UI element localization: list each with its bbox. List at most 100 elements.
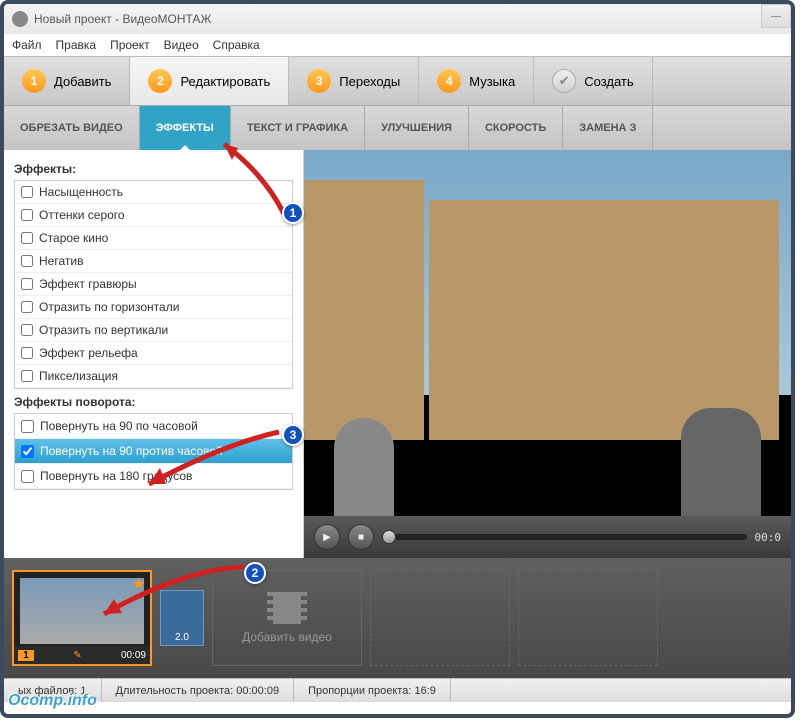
status-ratio: Пропорции проекта: 16:9 (294, 679, 451, 702)
effect-label: Пикселизация (39, 369, 118, 383)
clip-thumbnail (20, 578, 144, 644)
rotation-heading: Эффекты поворота: (14, 395, 293, 409)
tab-edit-label: Редактировать (180, 74, 270, 89)
film-icon (267, 592, 307, 624)
step-3-icon: 3 (307, 69, 331, 93)
timeline[interactable]: ★ 1 ✎ 00:09 2.0 Добавить видео (4, 558, 791, 678)
effects-heading: Эффекты: (14, 162, 293, 176)
menu-help[interactable]: Справка (213, 38, 260, 52)
player-controls: ▶ ■ 00:0 (304, 516, 791, 558)
subtab-effects[interactable]: ЭФФЕКТЫ (140, 106, 231, 150)
effect-item[interactable]: Оттенки серого (15, 204, 292, 227)
subtab-text[interactable]: ТЕКСТ И ГРАФИКА (231, 106, 365, 150)
effect-item[interactable]: Отразить по вертикали (15, 319, 292, 342)
add-video-slot[interactable]: Добавить видео (212, 570, 362, 666)
step-4-icon: 4 (437, 69, 461, 93)
effect-label: Насыщенность (39, 185, 123, 199)
effect-checkbox[interactable] (21, 324, 33, 336)
menu-project[interactable]: Проект (110, 38, 150, 52)
subtab-speed[interactable]: СКОРОСТЬ (469, 106, 563, 150)
effect-label: Эффект гравюры (39, 277, 137, 291)
sub-tabs: ОБРЕЗАТЬ ВИДЕО ЭФФЕКТЫ ТЕКСТ И ГРАФИКА У… (4, 106, 791, 150)
effect-checkbox[interactable] (21, 255, 33, 267)
menu-video[interactable]: Видео (164, 38, 199, 52)
tab-edit[interactable]: 2 Редактировать (130, 57, 289, 105)
star-icon: ★ (132, 574, 146, 594)
badge-2: 2 (244, 562, 266, 584)
empty-slot[interactable] (370, 570, 510, 666)
menubar: Файл Правка Проект Видео Справка (4, 34, 791, 56)
rotation-checkbox[interactable] (21, 445, 34, 458)
app-icon (12, 11, 28, 27)
window-title: Новый проект - ВидеоМОНТАЖ (34, 12, 212, 26)
add-video-label: Добавить видео (242, 630, 332, 644)
seek-slider[interactable] (382, 534, 747, 540)
minimize-button[interactable]: — (761, 4, 791, 28)
badge-3: 3 (282, 424, 304, 446)
play-button[interactable]: ▶ (314, 524, 340, 550)
rotation-item[interactable]: Повернуть на 90 против часовой (15, 439, 292, 464)
transition-slot[interactable]: 2.0 (160, 590, 204, 646)
tab-create-label: Создать (584, 74, 633, 89)
pencil-icon[interactable]: ✎ (73, 650, 81, 661)
status-duration: Длительность проекта: 00:00:09 (102, 679, 295, 702)
subtab-crop[interactable]: ОБРЕЗАТЬ ВИДЕО (4, 106, 140, 150)
seek-thumb[interactable] (382, 530, 396, 544)
tab-add[interactable]: 1 Добавить (4, 57, 130, 105)
stop-button[interactable]: ■ (348, 524, 374, 550)
tab-music[interactable]: 4 Музыка (419, 57, 534, 105)
step-1-icon: 1 (22, 69, 46, 93)
menu-file[interactable]: Файл (12, 38, 42, 52)
effect-item[interactable]: Эффект гравюры (15, 273, 292, 296)
effect-checkbox[interactable] (21, 209, 33, 221)
tab-add-label: Добавить (54, 74, 111, 89)
empty-slot[interactable] (518, 570, 658, 666)
effect-label: Отразить по горизонтали (39, 300, 179, 314)
effect-label: Отразить по вертикали (39, 323, 168, 337)
rotation-label: Повернуть на 180 градусов (40, 469, 192, 483)
effect-checkbox[interactable] (21, 370, 33, 382)
rotation-item[interactable]: Повернуть на 90 по часовой (15, 414, 292, 439)
effect-label: Негатив (39, 254, 83, 268)
effect-item[interactable]: Насыщенность (15, 181, 292, 204)
menu-edit[interactable]: Правка (56, 38, 97, 52)
transition-duration: 2.0 (175, 632, 189, 643)
effect-checkbox[interactable] (21, 232, 33, 244)
effect-checkbox[interactable] (21, 347, 33, 359)
tab-create[interactable]: ✔ Создать (534, 57, 652, 105)
rotation-list[interactable]: Повернуть на 90 по часовой Повернуть на 9… (14, 413, 293, 490)
effect-item[interactable]: Отразить по горизонтали (15, 296, 292, 319)
effect-item[interactable]: Негатив (15, 250, 292, 273)
effect-item[interactable]: Эффект рельефа (15, 342, 292, 365)
step-2-icon: 2 (148, 69, 172, 93)
effect-item[interactable]: Пикселизация (15, 365, 292, 388)
effect-checkbox[interactable] (21, 186, 33, 198)
rotation-checkbox[interactable] (21, 470, 34, 483)
titlebar: Новый проект - ВидеоМОНТАЖ — (4, 4, 791, 34)
rotation-item[interactable]: Повернуть на 180 градусов (15, 464, 292, 489)
statusbar: ых файлов: 1 Длительность проекта: 00:00… (4, 678, 791, 702)
clip-duration: 00:09 (121, 650, 146, 661)
badge-1: 1 (282, 202, 304, 224)
effect-item[interactable]: Старое кино (15, 227, 292, 250)
effect-checkbox[interactable] (21, 278, 33, 290)
effect-checkbox[interactable] (21, 301, 33, 313)
video-area: ▶ ■ 00:0 (304, 150, 791, 558)
effects-list[interactable]: Насыщенность Оттенки серого Старое кино Нег… (14, 180, 293, 389)
watermark: Ocomp.info (8, 692, 97, 710)
check-icon: ✔ (552, 69, 576, 93)
rotation-checkbox[interactable] (21, 420, 34, 433)
timeline-clip[interactable]: ★ 1 ✎ 00:09 (12, 570, 152, 666)
subtab-replace[interactable]: ЗАМЕНА З (563, 106, 653, 150)
rotation-label: Повернуть на 90 против часовой (40, 444, 223, 458)
subtab-enhance[interactable]: УЛУЧШЕНИЯ (365, 106, 469, 150)
rotation-label: Повернуть на 90 по часовой (40, 419, 198, 433)
tab-music-label: Музыка (469, 74, 515, 89)
timecode: 00:0 (755, 531, 782, 544)
main-tabs: 1 Добавить 2 Редактировать 3 Переходы 4 … (4, 56, 791, 106)
tab-transitions-label: Переходы (339, 74, 400, 89)
effect-label: Оттенки серого (39, 208, 125, 222)
effect-label: Эффект рельефа (39, 346, 138, 360)
video-preview (304, 150, 791, 558)
tab-transitions[interactable]: 3 Переходы (289, 57, 419, 105)
